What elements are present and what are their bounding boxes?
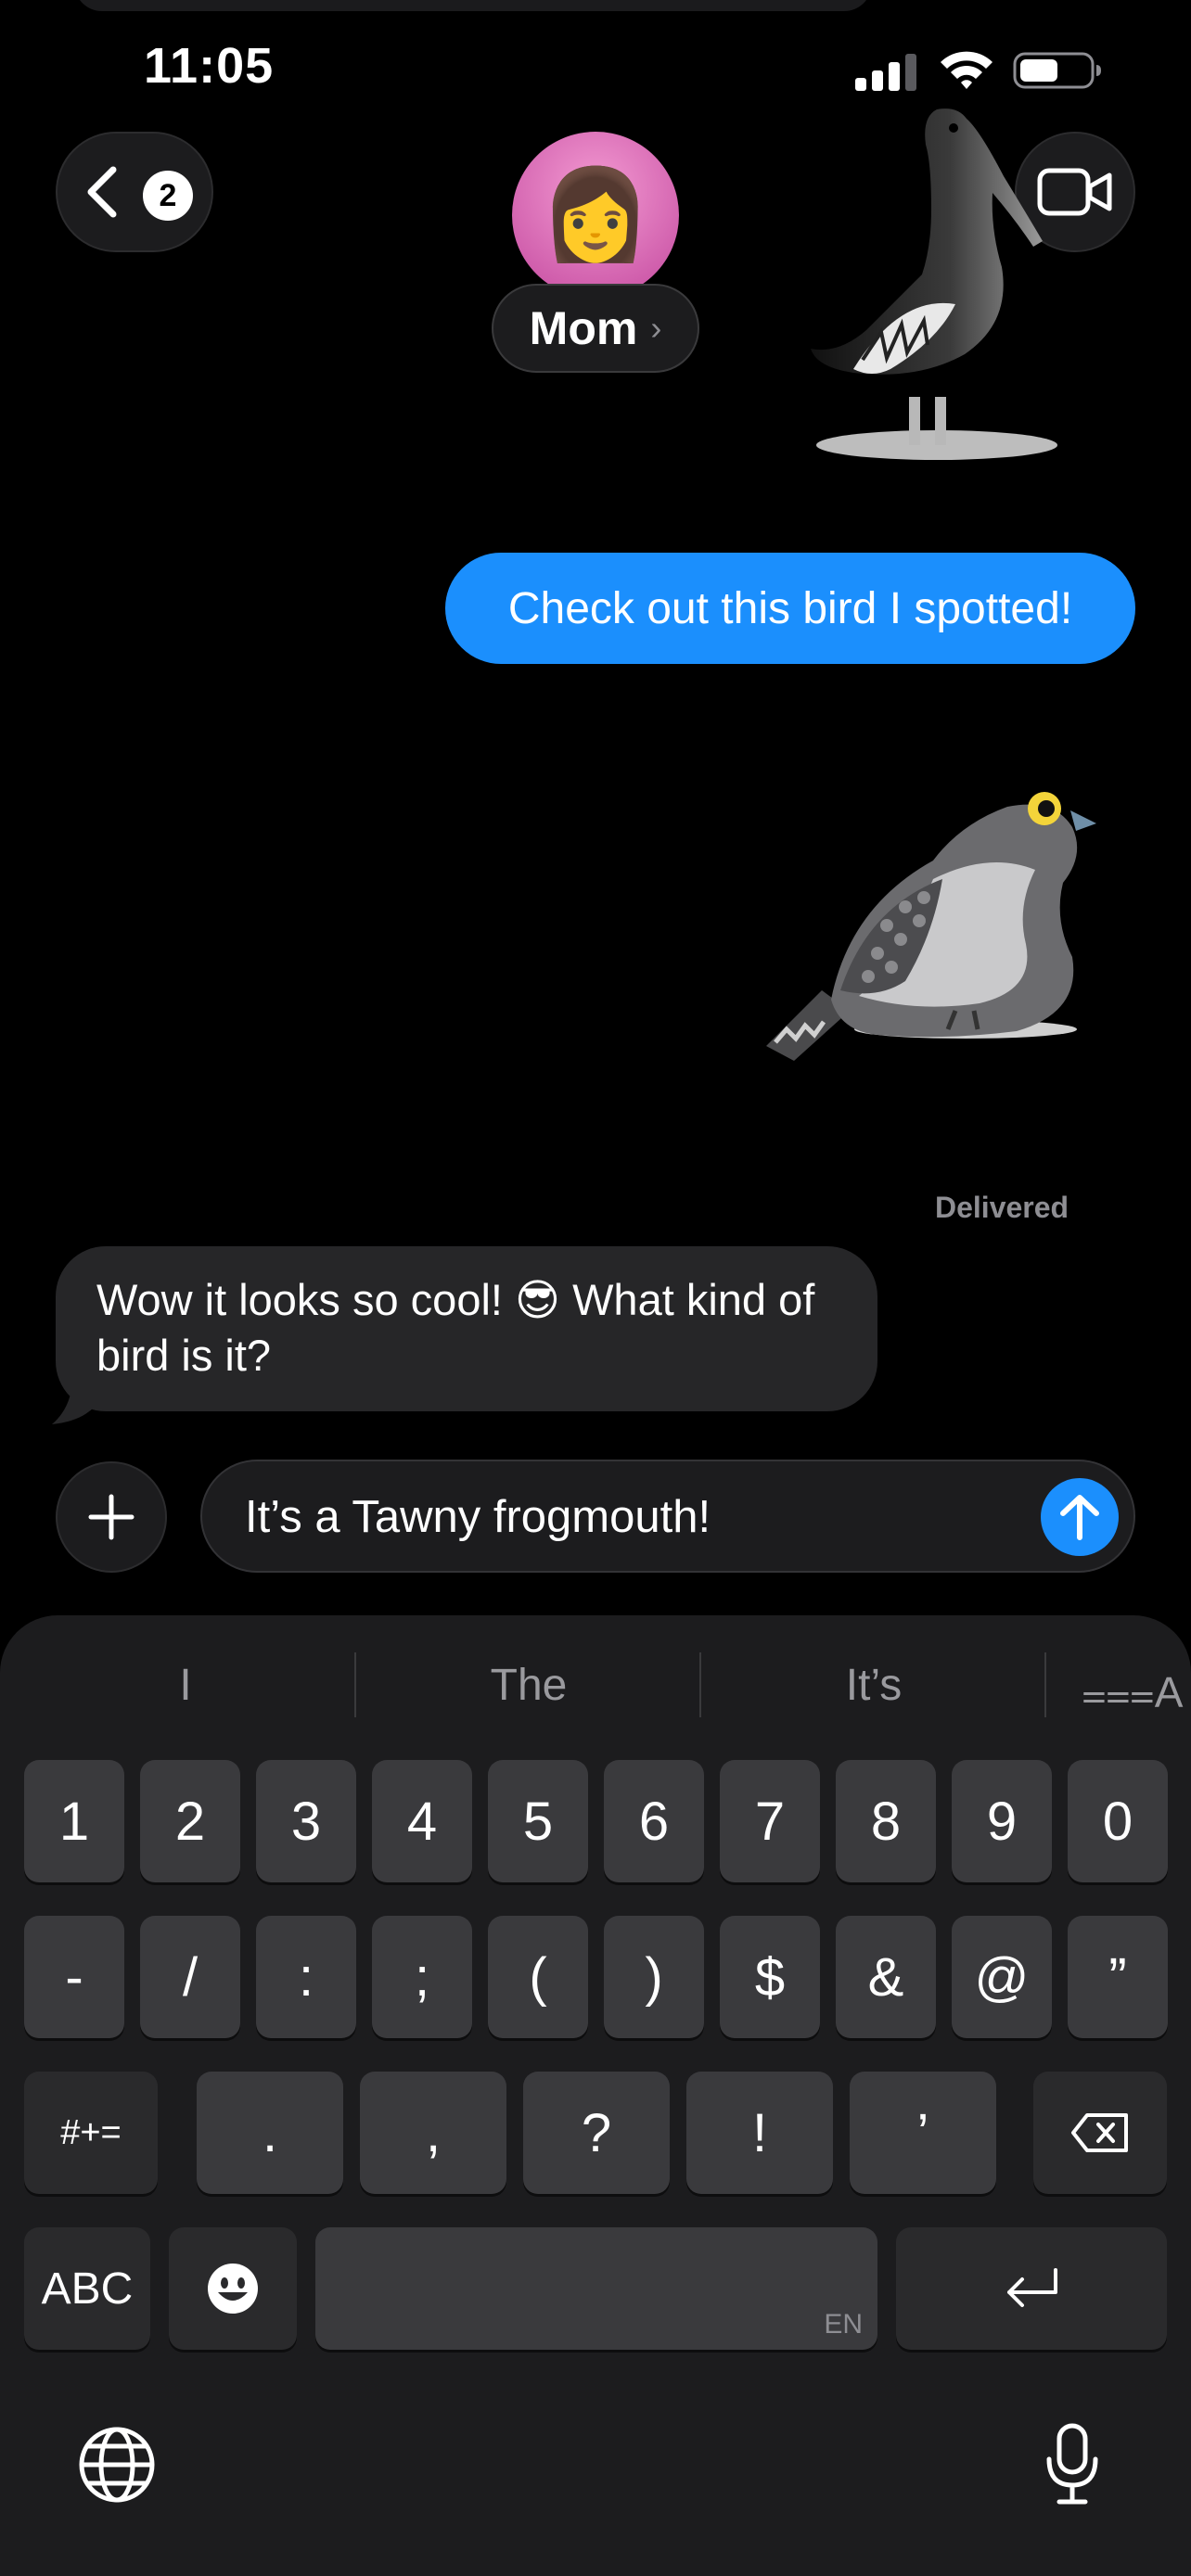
key-period[interactable]: . bbox=[197, 2072, 343, 2194]
key-semicolon[interactable]: ; bbox=[372, 1916, 472, 2038]
key-1[interactable]: 1 bbox=[24, 1760, 124, 1882]
prediction-1[interactable]: I bbox=[13, 1660, 358, 1711]
key-open-paren[interactable]: ( bbox=[488, 1916, 588, 2038]
contact-avatar[interactable]: 👩 bbox=[512, 132, 679, 299]
symbols-toggle-key[interactable]: #+= bbox=[24, 2072, 158, 2194]
key-close-paren[interactable]: ) bbox=[604, 1916, 704, 2038]
globe-icon[interactable] bbox=[78, 2426, 156, 2504]
key-ampersand[interactable]: & bbox=[836, 1916, 936, 2038]
prediction-2[interactable]: The bbox=[356, 1660, 701, 1711]
key-8[interactable]: 8 bbox=[836, 1760, 936, 1882]
chevron-left-icon bbox=[87, 166, 117, 218]
tawny-frogmouth-sticker[interactable] bbox=[757, 768, 1119, 1074]
delete-backspace-icon bbox=[1071, 2113, 1128, 2152]
chevron-right-icon: › bbox=[650, 309, 662, 347]
prediction-divider bbox=[1044, 1652, 1046, 1717]
text-format-icon[interactable]: ⩶A bbox=[1082, 1667, 1183, 1719]
incoming-message-text: Wow it looks so cool! 😎 What kind of bir… bbox=[96, 1275, 815, 1380]
key-7[interactable]: 7 bbox=[720, 1760, 820, 1882]
unread-count-badge: 2 bbox=[143, 171, 193, 221]
battery-icon bbox=[1013, 52, 1101, 89]
prediction-3[interactable]: It’s bbox=[701, 1660, 1046, 1711]
emoji-key[interactable] bbox=[169, 2227, 297, 2350]
wifi-icon bbox=[941, 51, 992, 89]
previous-notification-edge bbox=[74, 0, 872, 11]
send-button[interactable] bbox=[1041, 1478, 1119, 1556]
return-key[interactable] bbox=[896, 2227, 1167, 2350]
abc-key[interactable]: ABC bbox=[24, 2227, 150, 2350]
keyboard-language-label: EN bbox=[824, 2309, 863, 2340]
key-5[interactable]: 5 bbox=[488, 1760, 588, 1882]
key-9[interactable]: 9 bbox=[952, 1760, 1052, 1882]
key-quote[interactable]: ” bbox=[1068, 1916, 1168, 2038]
plus-icon bbox=[88, 1494, 134, 1540]
status-time: 11:05 bbox=[144, 38, 275, 94]
contact-name-button[interactable]: Mom › bbox=[492, 284, 699, 373]
key-question[interactable]: ? bbox=[523, 2072, 670, 2194]
key-at[interactable]: @ bbox=[952, 1916, 1052, 2038]
delete-key[interactable] bbox=[1033, 2072, 1167, 2194]
incoming-message-bubble[interactable]: Wow it looks so cool! 😎 What kind of bir… bbox=[56, 1246, 877, 1411]
key-comma[interactable]: , bbox=[360, 2072, 506, 2194]
keyboard: I The It’s ⩶A 1 2 3 4 5 6 7 8 9 0 - / : … bbox=[0, 1615, 1191, 2576]
avatar-emoji: 👩 bbox=[540, 165, 651, 264]
key-0[interactable]: 0 bbox=[1068, 1760, 1168, 1882]
emoji-icon bbox=[208, 2264, 258, 2314]
message-input[interactable]: It’s a Tawny frogmouth! bbox=[200, 1460, 1135, 1573]
outgoing-message-bubble[interactable]: Check out this bird I spotted! bbox=[445, 553, 1135, 664]
key-colon[interactable]: : bbox=[256, 1916, 356, 2038]
key-hyphen[interactable]: - bbox=[24, 1916, 124, 2038]
key-6[interactable]: 6 bbox=[604, 1760, 704, 1882]
back-button[interactable]: 2 bbox=[56, 132, 213, 252]
key-dollar[interactable]: $ bbox=[720, 1916, 820, 2038]
key-apostrophe[interactable]: ’ bbox=[850, 2072, 996, 2194]
return-icon bbox=[1007, 2268, 1057, 2307]
message-input-text[interactable]: It’s a Tawny frogmouth! bbox=[245, 1491, 711, 1543]
incoming-bubble-tail bbox=[52, 1363, 102, 1424]
microphone-icon[interactable] bbox=[1044, 2422, 1100, 2506]
contact-name: Mom bbox=[529, 302, 638, 354]
pelican-sticker[interactable] bbox=[798, 100, 1076, 462]
arrow-up-icon bbox=[1060, 1495, 1099, 1540]
key-3[interactable]: 3 bbox=[256, 1760, 356, 1882]
key-4[interactable]: 4 bbox=[372, 1760, 472, 1882]
key-exclamation[interactable]: ! bbox=[686, 2072, 833, 2194]
cellular-signal-icon bbox=[855, 54, 916, 91]
delivered-status: Delivered bbox=[935, 1191, 1069, 1224]
add-attachment-button[interactable] bbox=[56, 1461, 167, 1573]
key-2[interactable]: 2 bbox=[140, 1760, 240, 1882]
space-key[interactable]: EN bbox=[315, 2227, 877, 2350]
key-slash[interactable]: / bbox=[140, 1916, 240, 2038]
